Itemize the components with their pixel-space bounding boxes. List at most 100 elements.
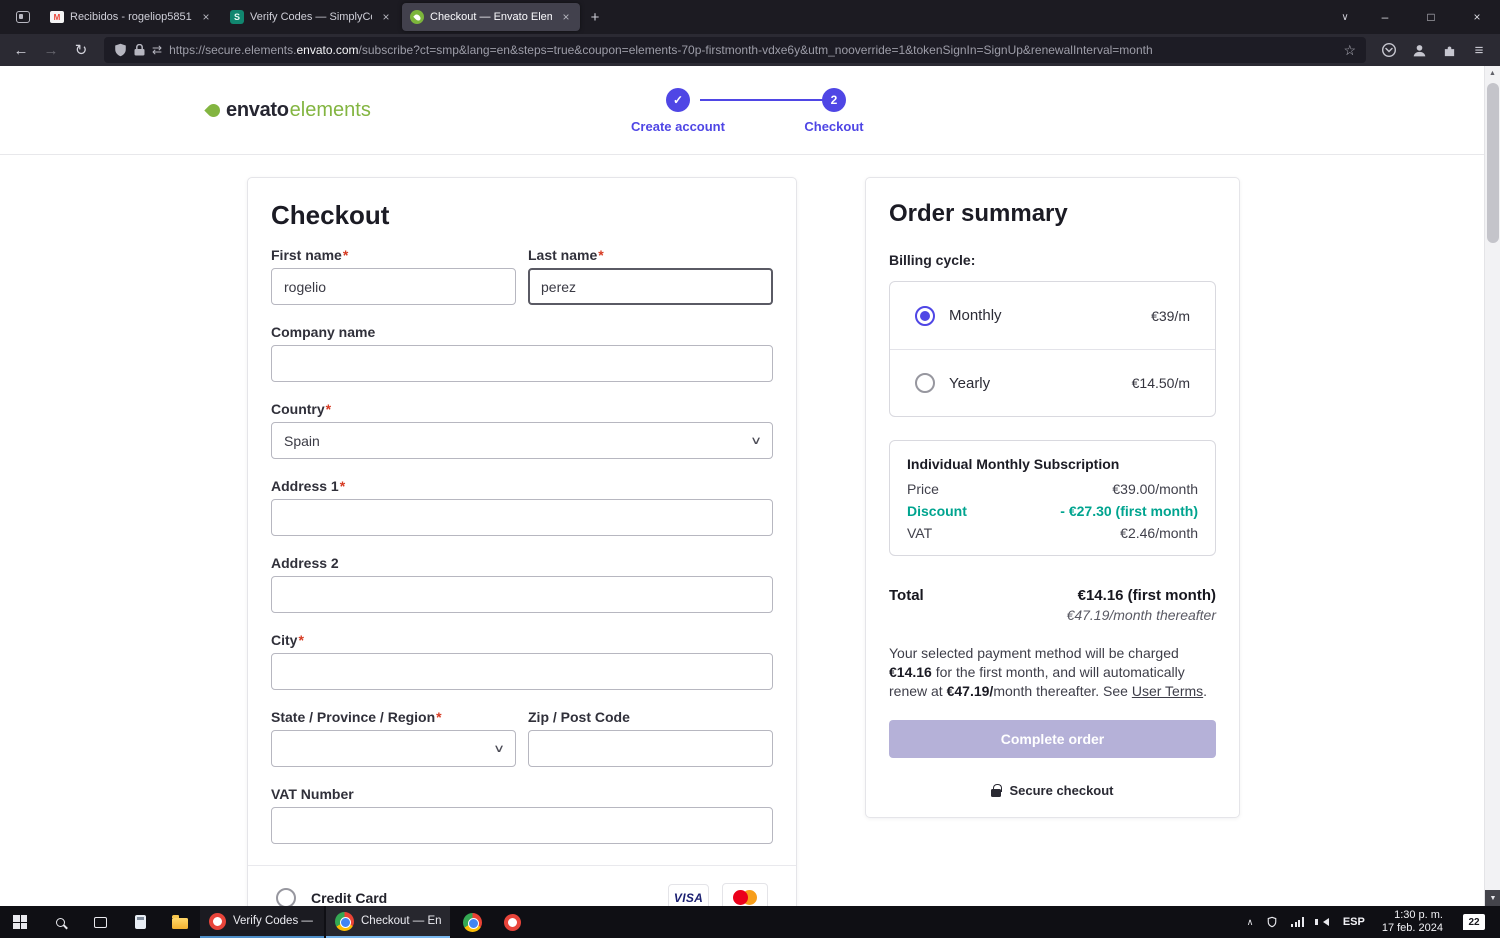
zip-input[interactable] [528, 730, 773, 767]
first-name-input[interactable] [271, 268, 516, 305]
new-tab-button[interactable]: + [582, 5, 608, 29]
check-glyph: ✓ [672, 93, 684, 107]
tab-envato-checkout[interactable]: Checkout — Envato Elements × [402, 3, 580, 31]
site-header: envato elements ✓ Create account 2 Check… [0, 66, 1484, 155]
envato-elements-logo[interactable]: envato elements [204, 99, 371, 122]
yearly-option[interactable]: Yearly €14.50/m [890, 349, 1215, 416]
step-create-account: ✓ Create account [630, 88, 726, 134]
list-all-tabs-icon[interactable]: ∨ [1328, 0, 1362, 34]
city-input[interactable] [271, 653, 773, 690]
company-label: Company name [271, 324, 773, 341]
tray-network-button[interactable] [1284, 906, 1311, 938]
page-scrollbar[interactable]: ▲ ▼ [1484, 66, 1500, 906]
firefox-view-icon[interactable] [8, 5, 38, 29]
subscription-details: Individual Monthly Subscription Price €3… [889, 440, 1216, 556]
extensions-puzzle-icon[interactable] [1434, 37, 1464, 63]
label-text: VAT Number [271, 786, 354, 802]
taskbar-search-button[interactable] [40, 906, 80, 938]
chrome-pinned-button[interactable] [452, 906, 492, 938]
user-terms-link[interactable]: User Terms [1132, 683, 1203, 699]
keyboard-language-indicator[interactable]: ESP [1336, 906, 1372, 938]
total-thereafter: €47.19/month thereafter [1066, 607, 1216, 623]
checkout-form-card: Checkout First name* Last name* Company … [247, 177, 797, 906]
opera-pinned-button[interactable] [492, 906, 532, 938]
menu-hamburger-icon[interactable]: ≡ [1464, 37, 1494, 63]
address1-label: Address 1* [271, 478, 773, 495]
url-text: https://secure.elements.envato.com/subsc… [169, 43, 1336, 57]
hidden-icons-chevron[interactable]: ∧ [1240, 906, 1261, 938]
action-center-button[interactable]: 22 [1453, 914, 1495, 930]
forward-button[interactable]: → [36, 37, 66, 63]
calculator-button[interactable] [120, 906, 160, 938]
vat-field: VAT Number [271, 786, 773, 844]
state-select[interactable]: ∨ [271, 730, 516, 767]
taskbar-window-title: Verify Codes — Sim... [233, 915, 315, 927]
vat-row-label: VAT [907, 525, 933, 541]
credit-card-radio[interactable] [276, 887, 296, 906]
disclaimer-amount-first: €14.16 [889, 664, 932, 680]
total-label: Total [889, 587, 924, 604]
last-name-input[interactable] [528, 268, 773, 305]
address-bar[interactable]: ⇄ https://secure.elements.envato.com/sub… [104, 37, 1366, 63]
bookmark-star-icon[interactable]: ☆ [1343, 42, 1356, 59]
label-text: State / Province / Region [271, 709, 436, 725]
address2-input[interactable] [271, 576, 773, 613]
visa-logo: VISA [668, 884, 709, 906]
maximize-button[interactable]: □ [1408, 0, 1454, 34]
calculator-icon [134, 915, 146, 929]
monthly-radio-selected[interactable] [915, 305, 935, 326]
tray-security-button[interactable] [1260, 906, 1284, 938]
checkout-stepper: ✓ Create account 2 Checkout [630, 88, 870, 134]
scroll-down-arrow-icon[interactable]: ▼ [1485, 890, 1500, 906]
scroll-up-arrow-icon[interactable]: ▲ [1485, 66, 1500, 81]
chevron-down-icon: ∨ [749, 435, 763, 447]
tab-close-icon[interactable]: × [198, 9, 214, 25]
file-explorer-button[interactable] [160, 906, 200, 938]
vat-input[interactable] [271, 807, 773, 844]
task-view-button[interactable] [80, 906, 120, 938]
disclaimer-amount-renew: €47.19/ [946, 683, 994, 699]
taskbar-window-checkout[interactable]: Checkout — Envat... [326, 906, 450, 938]
step2-number-circle: 2 [822, 88, 846, 112]
monthly-option[interactable]: Monthly €39/m [890, 282, 1215, 349]
complete-order-button[interactable]: Complete order [889, 720, 1216, 758]
scrollbar-thumb[interactable] [1487, 83, 1499, 243]
label-text: Address 2 [271, 555, 339, 571]
credit-card-option[interactable]: Credit Card VISA [271, 866, 773, 906]
label-text: Address 1 [271, 478, 339, 494]
pocket-icon[interactable] [1374, 37, 1404, 63]
site-permissions-icon[interactable]: ⇄ [152, 43, 162, 57]
vat-value: €2.46/month [1120, 525, 1198, 541]
reload-button[interactable]: ↻ [66, 37, 96, 63]
tracking-protection-shield-icon[interactable] [114, 43, 127, 57]
step1-label[interactable]: Create account [631, 119, 725, 134]
monthly-label: Monthly [949, 307, 1002, 324]
yearly-label: Yearly [949, 374, 991, 392]
tab-close-icon[interactable]: × [378, 9, 394, 25]
label-text: First name [271, 247, 342, 263]
https-lock-icon[interactable] [134, 44, 145, 56]
back-button[interactable]: ← [6, 37, 36, 63]
subscription-name: Individual Monthly Subscription [907, 456, 1120, 472]
tab-close-icon[interactable]: × [558, 9, 574, 25]
close-window-button[interactable]: × [1454, 0, 1500, 34]
country-field: Country* Spain ∨ [271, 401, 773, 459]
browser-tab-bar: M Recibidos - rogeliop58510@gm × S Verif… [0, 0, 1500, 34]
yearly-radio[interactable] [915, 373, 935, 393]
company-input[interactable] [271, 345, 773, 382]
lock-icon [991, 784, 1003, 797]
tab-gmail[interactable]: M Recibidos - rogeliop58510@gm × [42, 3, 220, 31]
taskbar-window-verify-codes[interactable]: Verify Codes — Sim... [200, 906, 324, 938]
address1-input[interactable] [271, 499, 773, 536]
minimize-button[interactable]: – [1362, 0, 1408, 34]
taskbar-clock[interactable]: 1:30 p. m. 17 feb. 2024 [1372, 909, 1453, 935]
account-icon[interactable] [1404, 37, 1434, 63]
start-button[interactable] [0, 906, 40, 938]
country-select[interactable]: Spain ∨ [271, 422, 773, 459]
vat-row: VAT €2.46/month [907, 525, 1198, 541]
tab-simplycodes[interactable]: S Verify Codes — SimplyCodes × [222, 3, 400, 31]
total-section: Total €14.16 (first month) €47.19/month … [889, 587, 1216, 623]
first-name-field: First name* [271, 247, 516, 305]
tray-volume-button[interactable] [1311, 906, 1336, 938]
windows-logo-icon [13, 915, 27, 929]
